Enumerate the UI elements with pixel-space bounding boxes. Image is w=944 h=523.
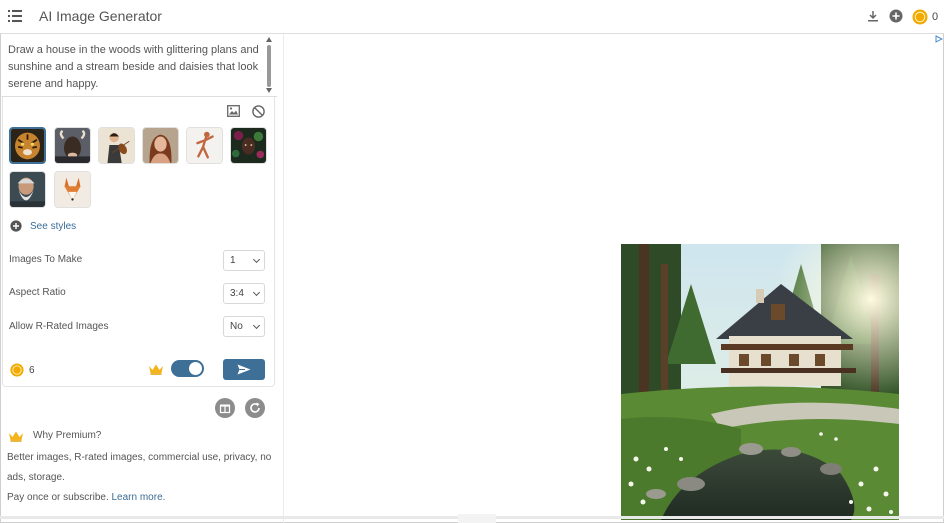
prompt-scrollbar[interactable] — [265, 37, 273, 97]
block-icon[interactable] — [252, 105, 265, 118]
bottom-scroll-handle[interactable] — [458, 514, 496, 523]
allow-r-rated-select[interactable]: No — [223, 316, 265, 337]
prompt-text[interactable]: Draw a house in the woods with glitterin… — [8, 42, 260, 93]
images-to-make-value: 1 — [230, 255, 236, 266]
chevron-down-icon — [252, 255, 261, 264]
crown-icon — [9, 431, 23, 442]
style-thumb-floral-face[interactable] — [230, 127, 267, 164]
send-icon — [237, 364, 251, 375]
allow-r-rated-label: Allow R-Rated Images — [9, 321, 109, 332]
left-panel: Draw a house in the woods with glitterin… — [0, 34, 283, 523]
coin-balance: 0 — [932, 11, 939, 23]
style-thumb-violinist[interactable] — [98, 127, 135, 164]
crown-icon — [149, 364, 163, 375]
aspect-ratio-value: 3:4 — [230, 288, 244, 299]
gift-button[interactable] — [215, 398, 235, 418]
options-card: See styles Images To Make 1 Aspect Ratio… — [2, 97, 275, 387]
menu-icon[interactable] — [8, 10, 22, 22]
scroll-down-arrow-icon[interactable] — [266, 88, 272, 93]
generate-button[interactable] — [223, 359, 265, 380]
images-to-make-label: Images To Make — [9, 254, 83, 265]
images-to-make-select[interactable]: 1 — [223, 250, 265, 271]
style-thumb-woman-portrait[interactable] — [142, 127, 179, 164]
ad-choices-icon[interactable] — [935, 35, 943, 43]
style-thumb-fox[interactable] — [54, 171, 91, 208]
chevron-down-icon — [252, 288, 261, 297]
learn-more-link[interactable]: Learn more. — [112, 492, 166, 503]
coin-icon — [10, 363, 24, 377]
refresh-icon — [250, 402, 260, 413]
style-thumb-bull[interactable] — [54, 127, 91, 164]
coin-icon — [912, 9, 928, 25]
panel-divider — [283, 34, 284, 523]
download-icon[interactable] — [866, 9, 880, 23]
toggle-knob — [189, 362, 202, 375]
aspect-ratio-label: Aspect Ratio — [9, 287, 66, 298]
allow-r-rated-value: No — [230, 321, 243, 332]
style-thumb-tiger[interactable] — [9, 127, 46, 164]
cost-count: 6 — [29, 365, 35, 376]
add-circle-icon[interactable] — [889, 9, 903, 23]
scroll-thumb[interactable] — [267, 45, 271, 87]
chevron-down-icon — [252, 321, 261, 330]
prompt-input[interactable]: Draw a house in the woods with glitterin… — [0, 34, 277, 97]
premium-pricing-line: Pay once or subscribe. Learn more. — [7, 488, 272, 508]
generated-image[interactable] — [621, 244, 899, 520]
add-circle-icon — [10, 220, 22, 232]
image-upload-icon[interactable] — [227, 105, 240, 117]
aspect-ratio-select[interactable]: 3:4 — [223, 283, 265, 304]
see-styles-label[interactable]: See styles — [30, 221, 76, 232]
premium-title: Why Premium? — [33, 430, 102, 441]
header: AI Image Generator 0 — [0, 0, 944, 34]
scroll-up-arrow-icon[interactable] — [266, 37, 272, 42]
style-thumb-dancer-sketch[interactable] — [186, 127, 223, 164]
premium-benefits: Better images, R-rated images, commercia… — [7, 452, 272, 483]
premium-description: Better images, R-rated images, commercia… — [7, 448, 272, 508]
style-thumb-old-man[interactable] — [9, 171, 46, 208]
refresh-button[interactable] — [245, 398, 265, 418]
premium-pricing: Pay once or subscribe. — [7, 492, 109, 503]
premium-toggle[interactable] — [171, 360, 204, 377]
page-title: AI Image Generator — [39, 8, 162, 24]
gift-icon — [219, 404, 231, 414]
